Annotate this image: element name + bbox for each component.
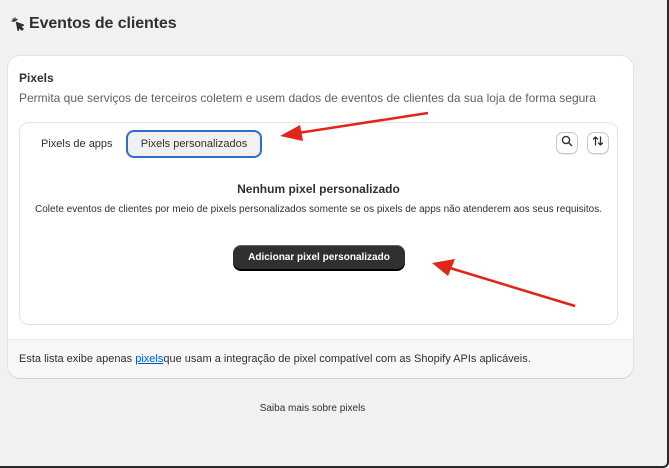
customer-events-icon	[11, 17, 25, 31]
pixels-panel: Pixels de apps Pixels personalizados Nen…	[19, 122, 618, 325]
footer-text-prefix: Esta lista exibe apenas	[19, 353, 133, 365]
empty-state-title: Nenhum pixel personalizado	[237, 182, 400, 196]
add-custom-pixel-button[interactable]: Adicionar pixel personalizado	[233, 245, 405, 269]
search-icon	[561, 134, 573, 152]
learn-more-link[interactable]: Saiba mais sobre pixels	[0, 403, 625, 414]
page-header: Eventos de clientes	[11, 15, 177, 33]
sort-icon	[592, 134, 604, 152]
card-description: Permita que serviços de terceiros colete…	[19, 91, 596, 105]
empty-state-description: Colete eventos de clientes por meio de p…	[35, 204, 602, 215]
card-title: Pixels	[19, 71, 54, 85]
card-footer: Esta lista exibe apenas pixels que usam …	[8, 339, 633, 378]
pixels-link[interactable]: pixels	[135, 353, 163, 365]
footer-text-suffix: que usam a integração de pixel compatíve…	[163, 353, 531, 365]
tab-custom-pixels[interactable]: Pixels personalizados	[126, 130, 262, 158]
pixels-card: Pixels Permita que serviços de terceiros…	[8, 56, 633, 378]
page-title: Eventos de clientes	[29, 15, 177, 32]
sort-button[interactable]	[587, 132, 609, 154]
search-button[interactable]	[556, 132, 578, 154]
tab-app-pixels[interactable]: Pixels de apps	[30, 130, 124, 158]
